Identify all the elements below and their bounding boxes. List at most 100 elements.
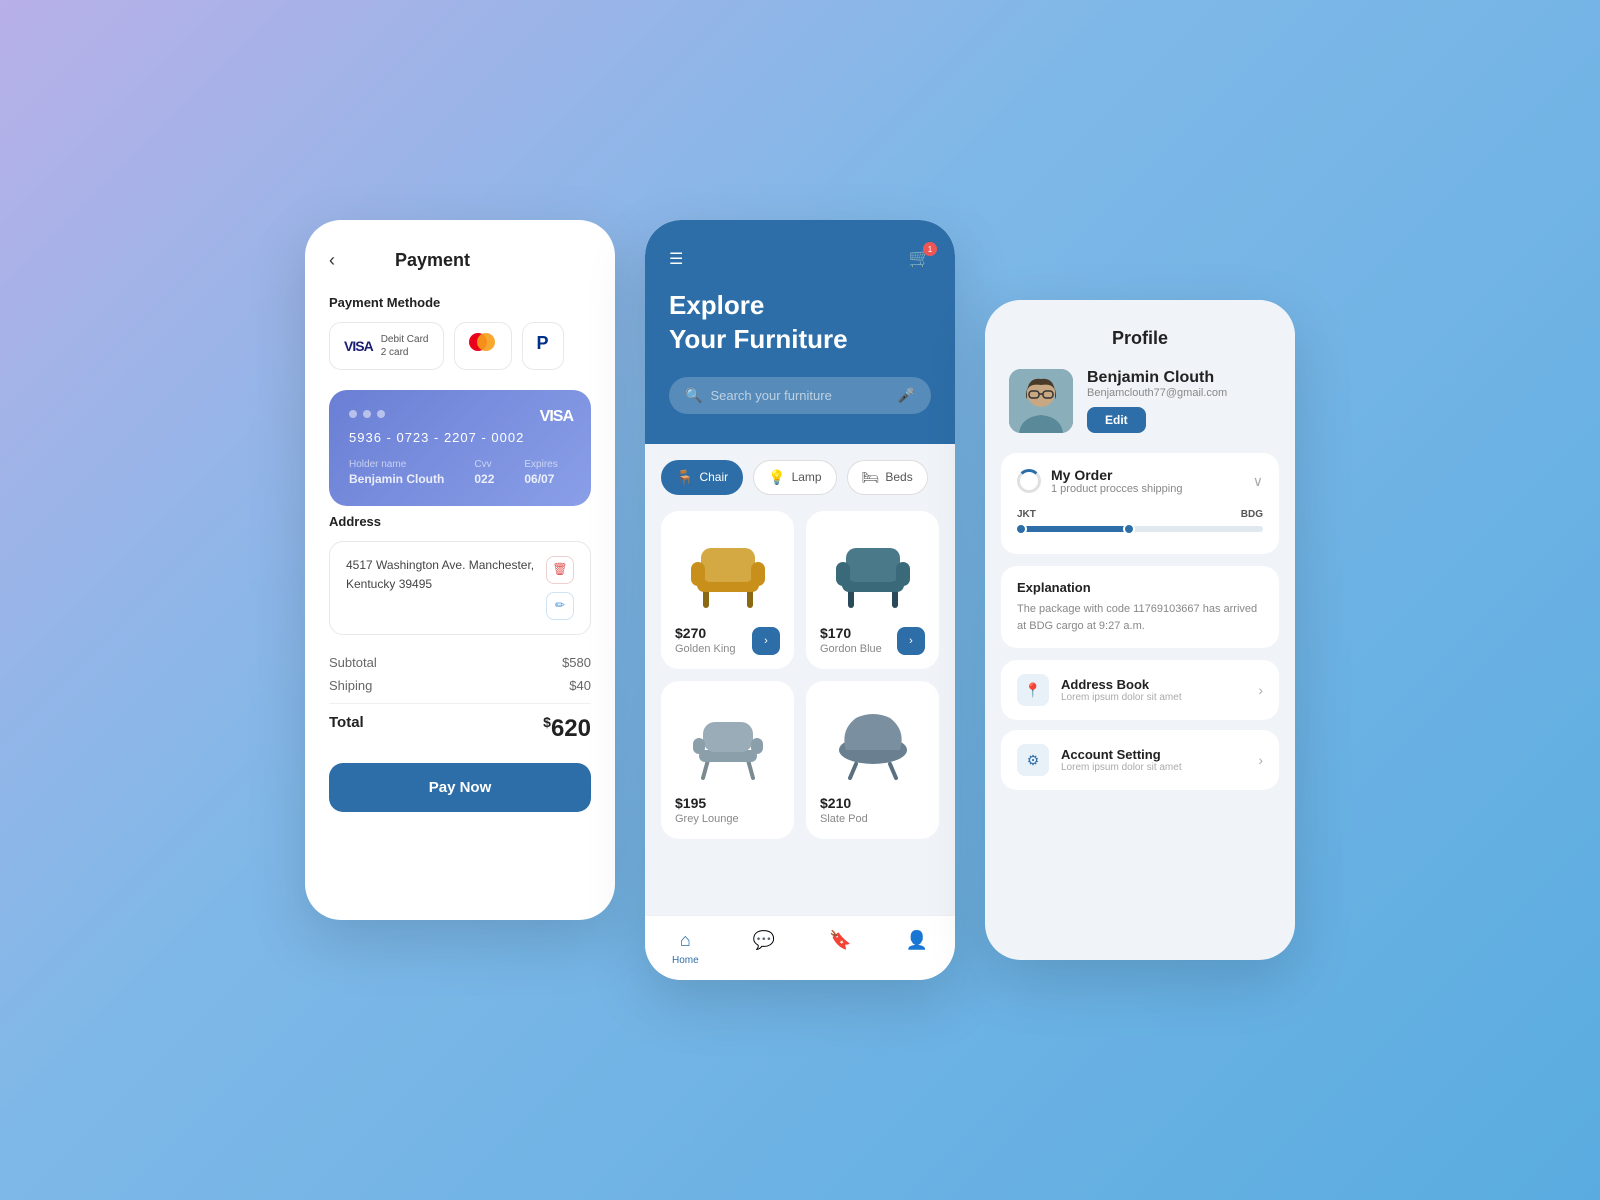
shipping-value: $40 (569, 678, 591, 693)
pricing-section: Subtotal $580 Shiping $40 Total $620 (329, 655, 591, 743)
address-book-menu-item[interactable]: 📍 Address Book Lorem ipsum dolor sit ame… (1001, 660, 1279, 720)
account-setting-icon: ⚙ (1017, 744, 1049, 776)
total-row: Total $620 (329, 703, 591, 743)
product-img-2 (820, 525, 925, 615)
order-chevron[interactable]: ∨ (1253, 473, 1263, 490)
explore-title: Explore Your Furniture (669, 289, 931, 357)
order-card: My Order 1 product procces shipping ∨ JK… (1001, 453, 1279, 554)
card-number: 5936 - 0723 - 2207 - 0002 (349, 430, 571, 445)
nav-saved[interactable]: 🔖 (829, 930, 851, 966)
delete-address-button[interactable]: 🗑 (546, 556, 574, 584)
cart-badge: 1 (923, 242, 937, 256)
mastercard-method[interactable] (454, 322, 512, 370)
category-lamp[interactable]: 💡 Lamp (753, 460, 836, 495)
shipping-label: Shiping (329, 678, 372, 693)
product-name-3: Grey Lounge (675, 813, 780, 825)
card-chip (349, 410, 571, 418)
account-setting-sub: Lorem ipsum dolor sit amet (1061, 762, 1246, 773)
payment-header: ‹ Payment (329, 250, 591, 271)
account-setting-menu-item[interactable]: ⚙ Account Setting Lorem ipsum dolor sit … (1001, 730, 1279, 790)
bottom-nav: ⌂ Home 💬 🔖 👤 (645, 915, 955, 980)
track-end-label: BDG (1241, 509, 1263, 520)
card-details: Holder name Benjamin Clouth Cvv 022 Expi… (349, 459, 571, 486)
payment-methods-label: Payment Methode (329, 295, 591, 310)
order-header: My Order 1 product procces shipping ∨ (1017, 467, 1263, 495)
profile-avatar (1009, 369, 1073, 433)
profile-email: Benjamclouth77@gmail.com (1087, 387, 1271, 399)
search-bar[interactable]: 🔍 🎤 (669, 377, 931, 414)
address-book-chevron: › (1258, 682, 1263, 698)
order-text: My Order 1 product procces shipping (1051, 467, 1182, 495)
avatar-svg (1009, 369, 1073, 433)
product-img-4 (820, 695, 925, 785)
account-setting-text: Account Setting Lorem ipsum dolor sit am… (1061, 747, 1246, 773)
total-label: Total (329, 714, 364, 743)
cart-button[interactable]: 🛒 1 (909, 248, 931, 269)
product-img-1 (675, 525, 780, 615)
order-spinner (1017, 469, 1041, 493)
total-value: $620 (543, 714, 591, 743)
menu-icon[interactable]: ☰ (669, 249, 683, 269)
search-input[interactable] (710, 388, 889, 403)
account-setting-chevron: › (1258, 752, 1263, 768)
profile-header: Profile (985, 300, 1295, 453)
track-dot-start (1015, 523, 1027, 535)
profile-name: Benjamin Clouth (1087, 369, 1271, 387)
visa-label: Debit Card2 card (381, 333, 429, 359)
order-left: My Order 1 product procces shipping (1017, 467, 1182, 495)
shipping-track: JKT BDG (1017, 501, 1263, 540)
paypal-icon: P (537, 333, 549, 354)
profile-title: Profile (1009, 328, 1271, 349)
nav-home-label: Home (672, 955, 699, 966)
slate-pod-chair-illustration (828, 700, 918, 780)
address-book-text: Address Book Lorem ipsum dolor sit amet (1061, 677, 1246, 703)
address-label: Address (329, 514, 591, 529)
product-arrow-1[interactable]: › (752, 627, 780, 655)
profile-screen: Profile (985, 300, 1295, 960)
back-button[interactable]: ‹ (329, 250, 335, 271)
track-start-label: JKT (1017, 509, 1036, 520)
nav-home[interactable]: ⌂ Home (672, 930, 699, 966)
product-grey-lounge: $195 Grey Lounge (661, 681, 794, 839)
address-text: 4517 Washington Ave. Manchester, Kentuck… (346, 556, 546, 594)
address-book-sub: Lorem ipsum dolor sit amet (1061, 692, 1246, 703)
credit-card: VISA 5936 - 0723 - 2207 - 0002 Holder na… (329, 390, 591, 506)
visa-method[interactable]: VISA Debit Card2 card (329, 322, 444, 370)
product-img-3 (675, 695, 780, 785)
track-labels: JKT BDG (1017, 509, 1263, 520)
explanation-text: The package with code 11769103667 has ar… (1017, 601, 1263, 634)
account-setting-label: Account Setting (1061, 747, 1246, 762)
paypal-method[interactable]: P (522, 322, 564, 370)
explanation-section: Explanation The package with code 117691… (1001, 566, 1279, 648)
payment-methods-list: VISA Debit Card2 card P (329, 322, 591, 370)
track-dot-end (1123, 523, 1135, 535)
home-icon: ⌂ (680, 930, 691, 951)
mic-icon[interactable]: 🎤 (898, 387, 915, 404)
subtotal-row: Subtotal $580 (329, 655, 591, 670)
products-grid: $270 Golden King › (661, 511, 939, 839)
track-progress (1017, 526, 1128, 532)
pay-now-button[interactable]: Pay Now (329, 763, 591, 812)
search-icon: 🔍 (685, 387, 702, 404)
product-price-3: $195 (675, 795, 780, 811)
avatar-image (1009, 369, 1073, 433)
profile-body: My Order 1 product procces shipping ∨ JK… (985, 453, 1295, 820)
card-expires: Expires 06/07 (524, 459, 557, 486)
shipping-row: Shiping $40 (329, 678, 591, 693)
product-name-4: Slate Pod (820, 813, 925, 825)
nav-chat[interactable]: 💬 (753, 930, 775, 966)
mastercard-icon (469, 333, 497, 351)
edit-address-button[interactable]: ✏ (546, 592, 574, 620)
payment-title: Payment (395, 250, 470, 271)
address-box: 4517 Washington Ave. Manchester, Kentuck… (329, 541, 591, 635)
nav-profile[interactable]: 👤 (906, 930, 928, 966)
card-holder: Holder name Benjamin Clouth (349, 459, 444, 486)
payment-screen: ‹ Payment Payment Methode VISA Debit Car… (305, 220, 615, 920)
category-beds[interactable]: 🛏 Beds (847, 460, 928, 495)
address-book-label: Address Book (1061, 677, 1246, 692)
category-chair[interactable]: 🪑 Chair (661, 460, 743, 495)
explore-top-bar: ☰ 🛒 1 (669, 248, 931, 269)
product-arrow-2[interactable]: › (897, 627, 925, 655)
edit-profile-button[interactable]: Edit (1087, 407, 1146, 433)
subtotal-value: $580 (562, 655, 591, 670)
